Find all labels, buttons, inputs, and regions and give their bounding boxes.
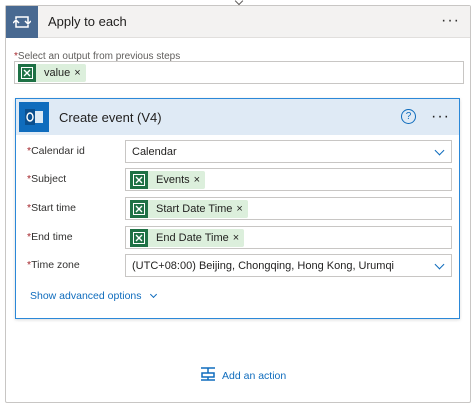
create-event-card: Create event (V4) ? ··· *Calendar id Cal…: [15, 98, 460, 319]
show-advanced-options-link[interactable]: Show advanced options: [30, 290, 157, 302]
create-event-title: Create event (V4): [59, 109, 162, 125]
end-time-field[interactable]: End Date Time ×: [125, 226, 452, 249]
excel-icon: [18, 63, 36, 82]
end-time-label: *End time: [27, 231, 73, 243]
subject-label-text: Subject: [31, 173, 67, 185]
start-date-time-token-remove-icon[interactable]: ×: [236, 203, 247, 215]
time-zone-label-text: Time zone: [31, 259, 80, 271]
outlook-icon: [19, 102, 49, 132]
chevron-down-icon[interactable]: [434, 259, 445, 270]
value-token-remove-icon[interactable]: ×: [74, 67, 85, 79]
apply-to-each-header[interactable]: Apply to each ···: [6, 5, 470, 38]
event-more-options-icon[interactable]: ···: [431, 109, 450, 125]
value-token-label: value: [44, 66, 71, 79]
calendar-id-label: *Calendar id: [27, 145, 85, 157]
calendar-id-label-text: Calendar id: [31, 145, 85, 157]
subject-label: *Subject: [27, 173, 66, 185]
end-date-time-token-remove-icon[interactable]: ×: [233, 232, 244, 244]
chevron-down-icon: [149, 290, 157, 299]
excel-icon: [130, 199, 148, 218]
add-an-action-button[interactable]: Add an action: [200, 367, 286, 384]
start-time-field[interactable]: Start Date Time ×: [125, 197, 452, 220]
end-time-label-text: End time: [31, 231, 73, 243]
add-action-icon: [200, 367, 216, 384]
loop-icon: [6, 5, 38, 38]
start-date-time-token-label: Start Date Time: [156, 202, 233, 215]
time-zone-value: (UTC+08:00) Beijing, Chongqing, Hong Kon…: [132, 259, 395, 272]
end-date-time-token-label: End Date Time: [156, 231, 229, 244]
apply-to-each-title: Apply to each: [48, 14, 127, 29]
add-an-action-label: Add an action: [222, 369, 287, 382]
chevron-down-icon[interactable]: [434, 145, 445, 156]
time-zone-label: *Time zone: [27, 259, 80, 271]
help-icon[interactable]: ?: [401, 109, 416, 124]
time-zone-dropdown[interactable]: (UTC+08:00) Beijing, Chongqing, Hong Kon…: [125, 254, 452, 277]
subject-field[interactable]: Events ×: [125, 168, 452, 191]
start-time-label: *Start time: [27, 202, 76, 214]
value-token[interactable]: value ×: [18, 63, 86, 82]
calendar-id-dropdown[interactable]: Calendar: [125, 140, 452, 163]
events-token-remove-icon[interactable]: ×: [194, 174, 205, 186]
create-event-header[interactable]: Create event (V4) ? ···: [16, 99, 459, 135]
excel-icon: [130, 228, 148, 247]
end-date-time-token[interactable]: End Date Time ×: [130, 228, 245, 247]
start-time-label-text: Start time: [31, 202, 77, 214]
events-token[interactable]: Events ×: [130, 170, 206, 189]
events-token-label: Events: [156, 173, 190, 186]
calendar-id-value: Calendar: [132, 145, 177, 158]
loop-more-options-icon[interactable]: ···: [441, 13, 460, 29]
show-advanced-options-label: Show advanced options: [30, 290, 142, 302]
start-date-time-token[interactable]: Start Date Time ×: [130, 199, 248, 218]
excel-icon: [130, 170, 148, 189]
select-output-field[interactable]: value ×: [14, 61, 464, 84]
